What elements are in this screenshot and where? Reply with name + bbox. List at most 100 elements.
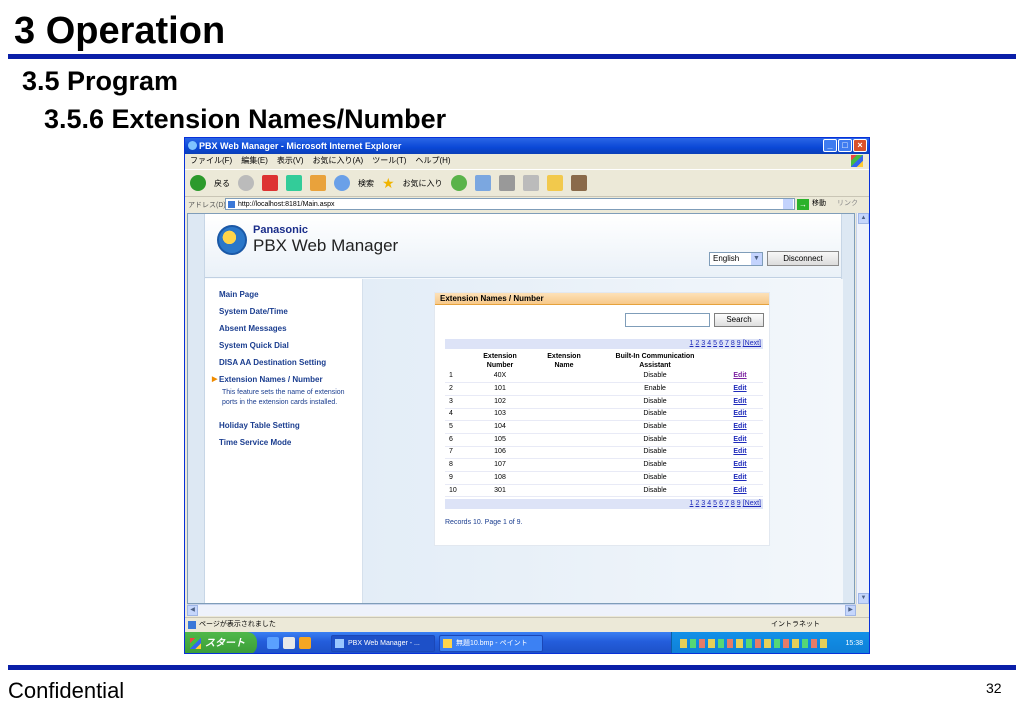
back-icon[interactable] xyxy=(190,175,206,191)
page-link[interactable]: 1 xyxy=(690,500,694,507)
page-link[interactable]: 4 xyxy=(707,340,711,347)
row-index: 1 xyxy=(445,370,465,384)
next-page-link[interactable]: [Next] xyxy=(743,500,761,507)
section-heading: 3.5 Program xyxy=(22,66,179,96)
edit-link[interactable]: Edit xyxy=(733,398,746,405)
quicklaunch-app-icon[interactable] xyxy=(283,637,295,649)
page-link[interactable]: 5 xyxy=(713,500,717,507)
refresh-icon[interactable] xyxy=(286,175,302,191)
menu-item-system-date-time[interactable]: System Date/Time xyxy=(219,307,288,316)
search-label[interactable]: 検索 xyxy=(358,178,374,189)
page-link[interactable]: 3 xyxy=(701,340,705,347)
page-link[interactable]: 7 xyxy=(725,500,729,507)
menu-favorites[interactable]: お気に入り(A) xyxy=(313,154,364,168)
page-link[interactable]: 9 xyxy=(737,500,741,507)
address-bar: アドレス(D) http://localhost:8181/Main.aspx … xyxy=(185,198,869,211)
folder-icon[interactable] xyxy=(546,175,563,191)
stop-icon[interactable] xyxy=(262,175,278,191)
row-edit-cell: Edit xyxy=(717,471,763,485)
history-icon[interactable] xyxy=(450,175,467,191)
favorites-icon[interactable]: ★ xyxy=(382,175,395,192)
window-titlebar[interactable]: PBX Web Manager - Microsoft Internet Exp… xyxy=(185,138,869,154)
row-bic: Disable xyxy=(593,395,717,409)
page-link[interactable]: 2 xyxy=(695,500,699,507)
horizontal-scrollbar[interactable]: ◀ ▶ xyxy=(187,604,856,616)
address-dropdown-icon[interactable] xyxy=(783,199,793,209)
edit-link[interactable]: Edit xyxy=(733,436,746,443)
address-input[interactable]: http://localhost:8181/Main.aspx xyxy=(225,198,795,210)
go-button[interactable]: 移動 xyxy=(812,198,826,210)
page-link[interactable]: 4 xyxy=(707,500,711,507)
page-link[interactable]: 6 xyxy=(719,340,723,347)
edit-page-icon[interactable] xyxy=(522,175,539,191)
vertical-scrollbar[interactable]: ▲ ▼ xyxy=(856,213,869,604)
page-link[interactable]: 8 xyxy=(731,500,735,507)
minimize-button[interactable]: _ xyxy=(823,139,837,152)
search-button[interactable]: Search xyxy=(714,313,764,327)
menu-view[interactable]: 表示(V) xyxy=(277,154,304,168)
edit-link[interactable]: Edit xyxy=(733,487,746,494)
next-page-link[interactable]: [Next] xyxy=(743,340,761,347)
mail-icon[interactable] xyxy=(474,175,491,191)
status-bar: ページが表示されました イントラネット xyxy=(185,617,869,631)
index-header xyxy=(445,352,465,370)
scroll-right-icon[interactable]: ▶ xyxy=(845,605,856,616)
menu-item-absent-messages[interactable]: Absent Messages xyxy=(219,324,287,333)
maximize-button[interactable]: □ xyxy=(838,139,852,152)
forward-icon[interactable] xyxy=(238,175,254,191)
tray-icons[interactable] xyxy=(680,639,830,648)
bic-assistant-header: Built-In Communication Assistant xyxy=(593,352,717,370)
page-link[interactable]: 3 xyxy=(701,500,705,507)
page-link[interactable]: 1 xyxy=(690,340,694,347)
menu-item-time-service-mode[interactable]: Time Service Mode xyxy=(219,438,291,447)
links-button[interactable]: リンク xyxy=(837,198,858,210)
close-button[interactable]: × xyxy=(853,139,867,152)
disconnect-button[interactable]: Disconnect xyxy=(767,251,839,266)
page-link[interactable]: 9 xyxy=(737,340,741,347)
page-link[interactable]: 7 xyxy=(725,340,729,347)
home-icon[interactable] xyxy=(310,175,326,191)
menu-item-disa-aa[interactable]: DISA AA Destination Setting xyxy=(219,358,326,367)
row-number: 104 xyxy=(465,420,535,434)
quicklaunch-media-icon[interactable] xyxy=(299,637,311,649)
edit-link[interactable]: Edit xyxy=(733,423,746,430)
page-link[interactable]: 6 xyxy=(719,500,723,507)
title-divider xyxy=(8,54,1016,59)
page-link[interactable]: 5 xyxy=(713,340,717,347)
edit-link[interactable]: Edit xyxy=(733,461,746,468)
favorites-label[interactable]: お気に入り xyxy=(403,178,443,189)
scroll-down-icon[interactable]: ▼ xyxy=(858,593,869,604)
menu-help[interactable]: ヘルプ(H) xyxy=(415,154,450,168)
edit-link[interactable]: Edit xyxy=(733,410,746,417)
menu-tools[interactable]: ツール(T) xyxy=(372,154,406,168)
edit-link[interactable]: Edit xyxy=(733,474,746,481)
quicklaunch-ie-icon[interactable] xyxy=(267,637,279,649)
messenger-icon[interactable] xyxy=(570,175,587,191)
scroll-left-icon[interactable]: ◀ xyxy=(187,605,198,616)
task-pbx-web-manager[interactable]: PBX Web Manager - ... xyxy=(331,635,435,652)
edit-link[interactable]: Edit xyxy=(733,448,746,455)
search-icon[interactable] xyxy=(334,175,350,191)
task-paint[interactable]: 無題10.bmp - ペイント xyxy=(439,635,543,652)
edit-link[interactable]: Edit xyxy=(733,372,746,379)
edit-link[interactable]: Edit xyxy=(733,385,746,392)
page-link[interactable]: 8 xyxy=(731,340,735,347)
menu-file[interactable]: ファイル(F) xyxy=(190,154,232,168)
row-bic: Disable xyxy=(593,484,717,498)
start-button[interactable]: スタート xyxy=(185,632,257,653)
menu-item-main-page[interactable]: Main Page xyxy=(219,290,259,299)
menu-edit[interactable]: 編集(E) xyxy=(241,154,268,168)
menu-item-holiday-table[interactable]: Holiday Table Setting xyxy=(219,421,300,430)
taskbar: スタート PBX Web Manager - ... 無題10.bmp - ペイ… xyxy=(185,632,869,653)
scroll-up-icon[interactable]: ▲ xyxy=(858,213,869,224)
row-bic: Disable xyxy=(593,433,717,447)
print-icon[interactable] xyxy=(498,175,515,191)
search-input[interactable] xyxy=(625,313,710,327)
page-link[interactable]: 2 xyxy=(695,340,699,347)
brand-name: Panasonic xyxy=(253,224,309,236)
language-select[interactable]: English ▼ xyxy=(709,252,763,266)
menu-item-extension-names[interactable]: ▶ Extension Names / Number xyxy=(212,375,323,384)
back-label[interactable]: 戻る xyxy=(214,178,230,189)
menu-item-system-quick-dial[interactable]: System Quick Dial xyxy=(219,341,289,350)
go-arrow-icon[interactable]: → xyxy=(797,199,809,210)
